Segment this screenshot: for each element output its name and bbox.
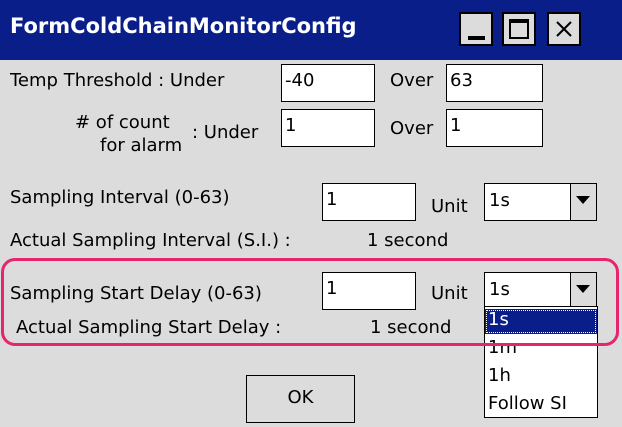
actual-sampling-start-delay-label: Actual Sampling Start Delay :	[16, 317, 282, 338]
actual-sampling-start-delay-value: 1 second	[370, 317, 452, 338]
dropdown-option-follow-si[interactable]: Follow SI	[485, 393, 597, 418]
title-bar: FormColdChainMonitorConfig	[0, 0, 622, 60]
sampling-interval-unit-dropdown-button[interactable]	[570, 184, 596, 220]
sampling-start-delay-input[interactable]: 1	[322, 272, 416, 310]
dropdown-option-1m[interactable]: 1m	[485, 337, 597, 362]
maximize-button[interactable]	[502, 12, 536, 46]
window-title: FormColdChainMonitorConfig	[10, 14, 357, 38]
temp-under-label: : Under	[158, 70, 225, 91]
chevron-down-icon	[576, 196, 590, 204]
alarm-over-input[interactable]: 1	[446, 109, 543, 147]
actual-sampling-interval-label: Actual Sampling Interval (S.I.) :	[10, 230, 291, 251]
minimize-icon	[468, 36, 485, 40]
sampling-interval-input[interactable]: 1	[322, 183, 416, 221]
chevron-down-icon	[576, 285, 590, 293]
temp-over-label: Over	[390, 70, 434, 91]
sampling-start-delay-unit-value: 1s	[489, 279, 510, 300]
minimize-button[interactable]	[459, 12, 493, 46]
sampling-interval-unit-select[interactable]: 1s	[484, 183, 597, 221]
alarm-under-label: : Under	[192, 122, 259, 143]
sampling-start-delay-unit-dropdown-button[interactable]	[570, 273, 596, 309]
sampling-interval-unit-value: 1s	[489, 190, 510, 211]
alarm-count-label-line2: for alarm	[100, 135, 183, 156]
temp-threshold-text: Temp Threshold	[10, 70, 153, 91]
temp-over-input[interactable]: 63	[446, 64, 543, 102]
unit-dropdown-list: 1s 1m 1h Follow SI	[484, 306, 598, 418]
temp-threshold-label: Temp Threshold : Under	[10, 70, 224, 91]
close-icon	[556, 21, 572, 37]
sampling-interval-unit-label: Unit	[431, 196, 468, 217]
dropdown-option-1h[interactable]: 1h	[485, 365, 597, 390]
alarm-over-label: Over	[390, 118, 434, 139]
sampling-start-delay-unit-label: Unit	[431, 283, 468, 304]
ok-button[interactable]: OK	[246, 375, 355, 423]
alarm-under-input[interactable]: 1	[281, 109, 375, 147]
temp-under-input[interactable]: -40	[281, 64, 375, 102]
sampling-interval-label: Sampling Interval (0-63)	[10, 187, 230, 208]
close-button[interactable]	[547, 12, 581, 46]
maximize-icon	[509, 19, 529, 39]
dropdown-option-1s[interactable]: 1s	[485, 309, 597, 334]
actual-sampling-interval-value: 1 second	[367, 230, 449, 251]
sampling-start-delay-unit-select[interactable]: 1s	[484, 272, 597, 310]
alarm-count-label-line1: # of count	[75, 112, 170, 133]
sampling-start-delay-label: Sampling Start Delay (0-63)	[10, 283, 262, 304]
